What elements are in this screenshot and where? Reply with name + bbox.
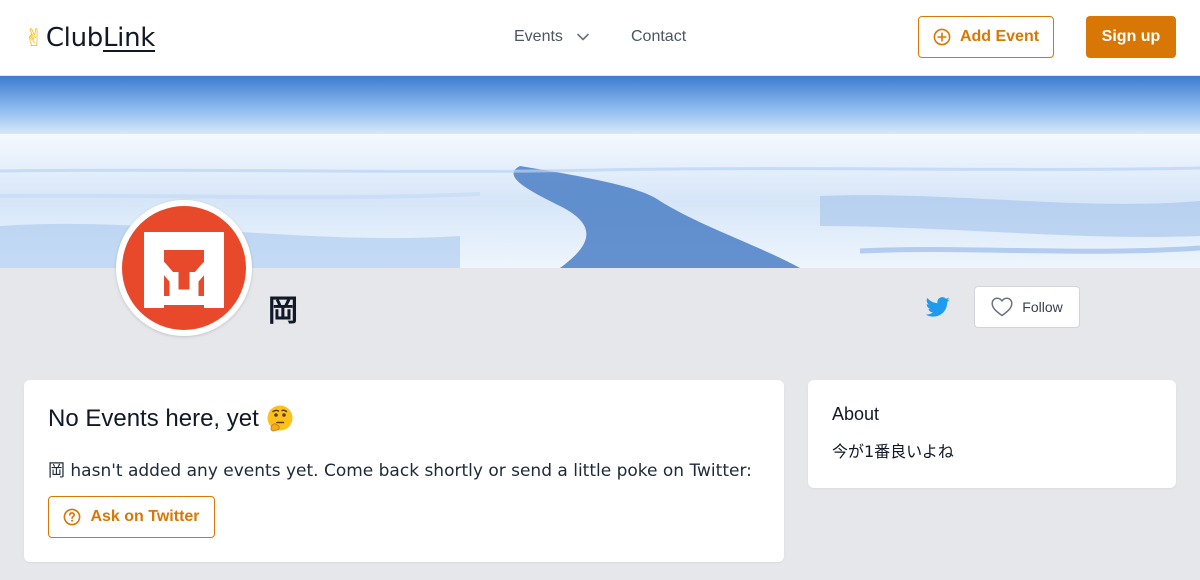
victory-hand-icon: ✌	[24, 24, 44, 52]
nav-contact-label: Contact	[631, 28, 687, 45]
nav-events-dropdown[interactable]: Events	[514, 26, 589, 48]
profile-avatar	[116, 200, 252, 336]
logo-text-club: Club	[45, 23, 103, 53]
question-circle-icon	[64, 508, 81, 526]
logo-text-link: Link	[102, 23, 156, 53]
about-card	[808, 380, 1176, 488]
ask-on-twitter-button[interactable]: Ask on Twitter	[48, 496, 215, 538]
about-text: 今が1番良いよね	[832, 442, 954, 461]
nav-contact-link[interactable]: Contact	[631, 26, 686, 48]
add-event-label: Add Event	[959, 28, 1040, 45]
profile-name: 岡	[268, 294, 298, 329]
follow-label: Follow	[1022, 299, 1063, 315]
thinking-face-icon	[267, 405, 293, 432]
events-empty-message: 岡 hasn't added any events yet. Come back…	[48, 461, 752, 481]
twitter-icon[interactable]	[926, 296, 950, 318]
events-heading-text: No Events here, yet	[48, 405, 259, 432]
red-kanji-seal-logo	[122, 206, 246, 330]
clublink-logo[interactable]: ✌ Club Link	[24, 20, 155, 56]
plus-circle-icon	[933, 28, 951, 46]
sign-up-label: Sign up	[1101, 28, 1161, 45]
heart-icon	[991, 297, 1013, 317]
ask-on-twitter-label: Ask on Twitter	[90, 508, 200, 525]
top-navbar: ✌ Club Link Events Contact Add Event Sig…	[0, 0, 1200, 76]
follow-button[interactable]: Follow	[974, 286, 1080, 328]
chevron-down-icon	[577, 33, 589, 41]
events-empty-heading: No Events here, yet	[48, 404, 295, 434]
about-title: About	[832, 404, 880, 424]
nav-events-label: Events	[514, 28, 563, 45]
add-event-button[interactable]: Add Event	[918, 16, 1054, 58]
sign-up-button[interactable]: Sign up	[1086, 16, 1176, 58]
